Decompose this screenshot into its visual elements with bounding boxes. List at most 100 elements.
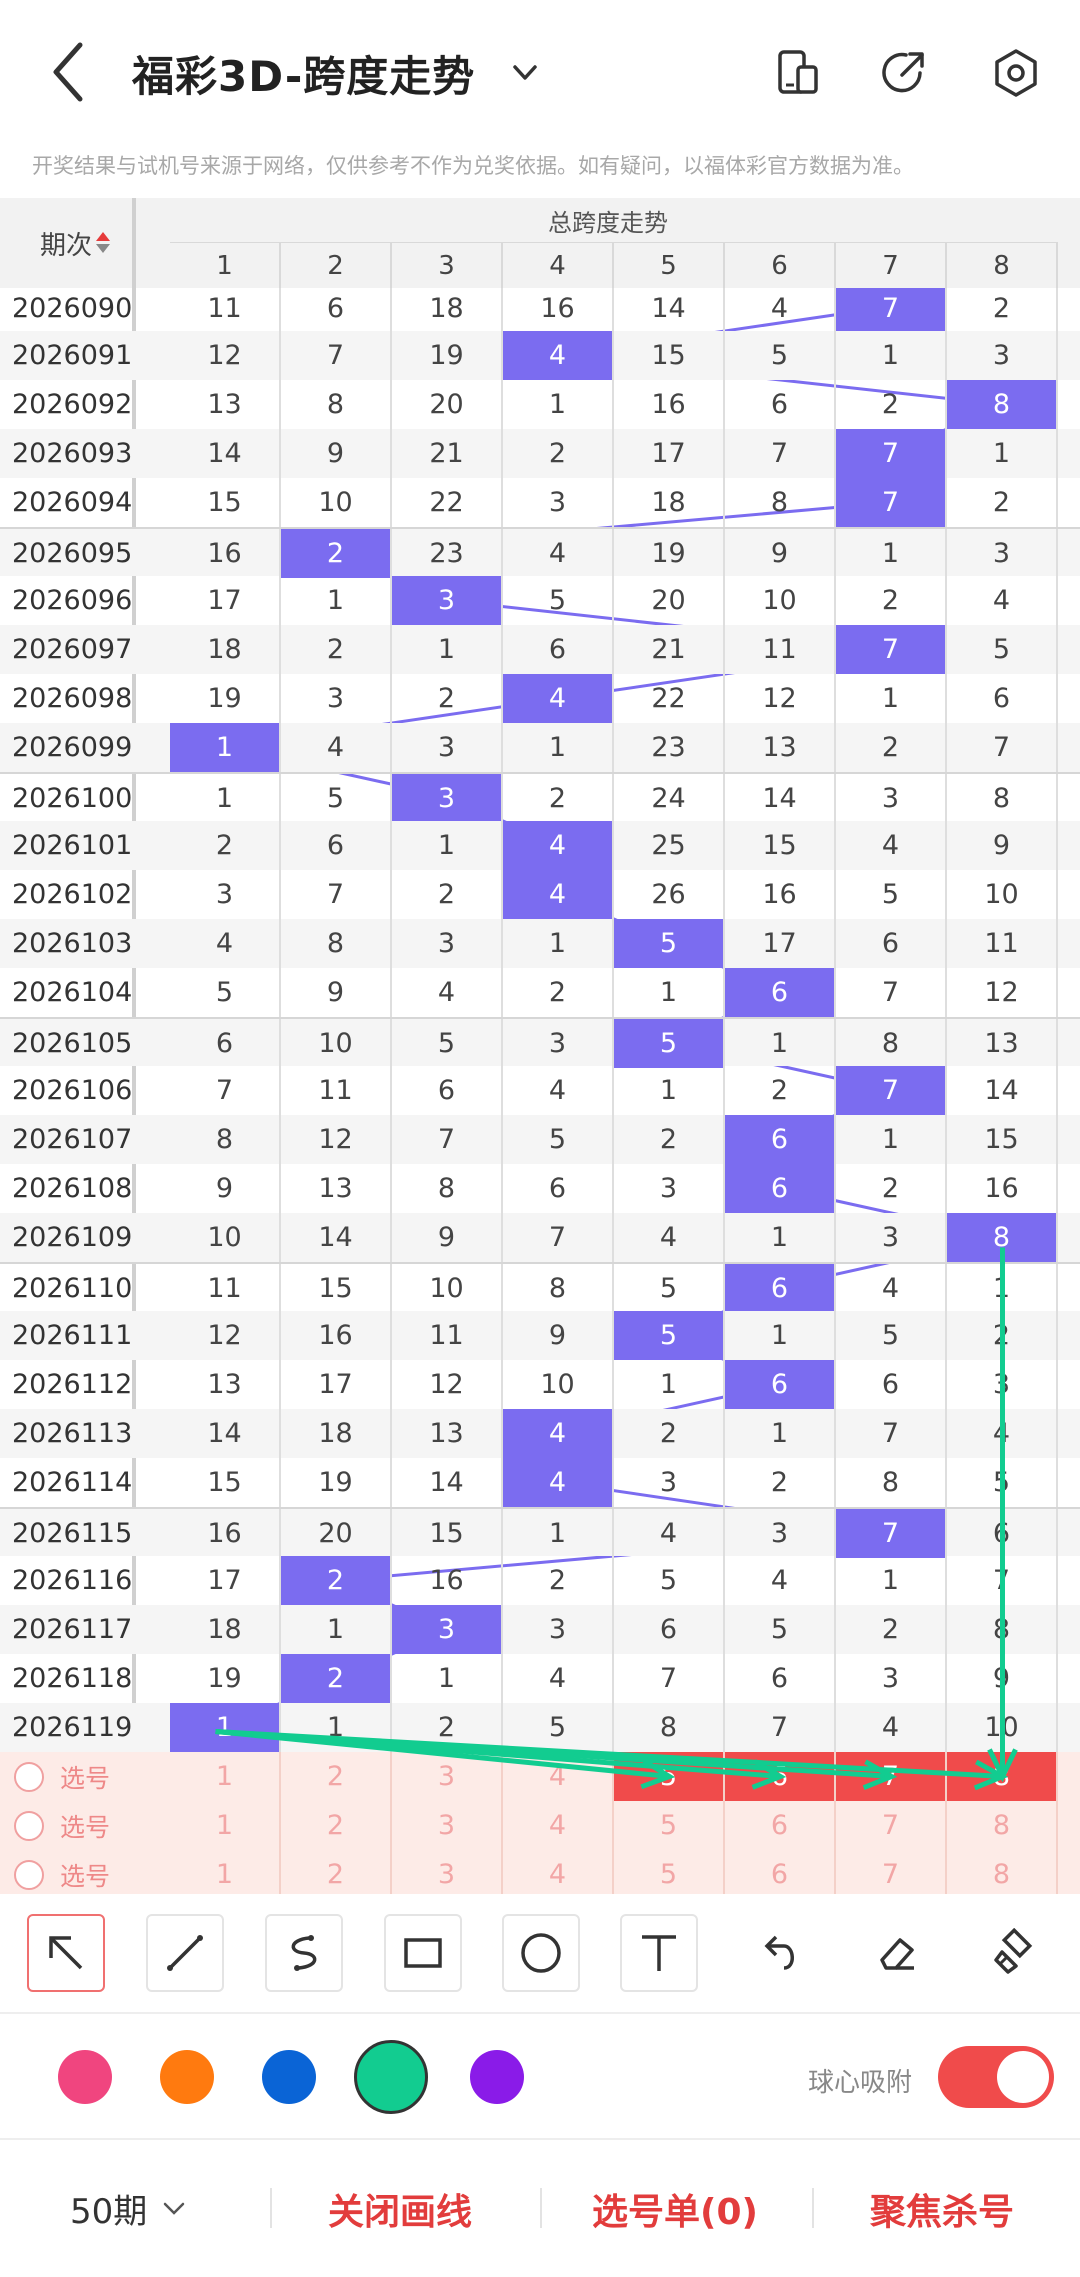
chevron-left-icon[interactable] — [40, 35, 100, 110]
hit-cell: 5 — [614, 919, 725, 968]
radio-circle-icon[interactable] — [14, 1810, 44, 1841]
hit-cell: 1 — [170, 1703, 281, 1752]
settings-icon[interactable] — [988, 45, 1044, 101]
color-swatch[interactable] — [58, 2050, 112, 2104]
pick-cell[interactable]: 4 — [503, 1801, 614, 1850]
circle-tool-icon[interactable] — [502, 1914, 580, 1992]
pick-cell[interactable]: 6 — [725, 1801, 836, 1850]
clear-brush-icon[interactable] — [976, 1914, 1054, 1992]
pick-cell[interactable]: 4 — [503, 1752, 614, 1801]
snap-toggle[interactable] — [938, 2046, 1054, 2108]
miss-cell: 21 — [392, 429, 503, 478]
pick-cell-selected[interactable]: 6 — [725, 1752, 836, 1801]
pick-cell[interactable]: 8 — [947, 1850, 1058, 1894]
pick-cell[interactable]: 2 — [281, 1850, 392, 1894]
rectangle-tool-icon[interactable] — [384, 1914, 462, 1992]
pick-cell[interactable]: 8 — [947, 1801, 1058, 1850]
pick-cell-selected[interactable]: 7 — [836, 1752, 947, 1801]
miss-cell: 14 — [170, 1409, 281, 1458]
miss-cell: 22 — [392, 478, 503, 527]
pick-cell[interactable]: 5 — [614, 1850, 725, 1894]
period-cell: 2026094 — [12, 487, 133, 518]
pick-row-select[interactable]: 选号 — [14, 1850, 110, 1894]
miss-cell: 18 — [392, 288, 503, 333]
miss-cell: 1 — [836, 331, 947, 380]
color-swatch[interactable] — [262, 2050, 316, 2104]
close-lines-button[interactable]: 关闭画线 — [328, 2140, 472, 2277]
miss-cell: 17 — [170, 1556, 281, 1605]
pick-cell-selected[interactable]: 8 — [947, 1752, 1058, 1801]
miss-cell: 22 — [614, 674, 725, 723]
miss-cell: 5 — [503, 576, 614, 625]
pick-cell[interactable]: 1 — [170, 1801, 281, 1850]
miss-cell: 17 — [170, 576, 281, 625]
miss-cell: 18 — [614, 478, 725, 527]
undo-icon[interactable] — [740, 1914, 818, 1992]
pick-cell[interactable]: 6 — [725, 1850, 836, 1894]
period-selector[interactable]: 50期 — [70, 2140, 191, 2277]
table-row: 2026091 12 7 19 4 15 5 1 3 — [0, 331, 1080, 380]
miss-cell: 1 — [836, 674, 947, 723]
chevron-down-icon — [164, 2202, 185, 2215]
curve-tool-icon[interactable] — [265, 1914, 343, 1992]
miss-cell: 1 — [503, 1509, 614, 1558]
radio-circle-icon[interactable] — [14, 1859, 44, 1890]
hit-cell: 6 — [725, 1264, 836, 1313]
pick-cell[interactable]: 4 — [503, 1850, 614, 1894]
miss-cell: 6 — [836, 919, 947, 968]
color-swatch[interactable] — [470, 2050, 524, 2104]
miss-cell: 4 — [614, 1509, 725, 1558]
table-row: 2026116 17 2 16 2 5 4 1 7 — [0, 1556, 1080, 1605]
pick-row-select[interactable]: 选号 — [14, 1801, 110, 1850]
table-row: 2026109 10 14 9 7 4 1 3 8 — [0, 1213, 1080, 1262]
table-row: 2026090 11 6 18 16 14 4 7 2 — [0, 288, 1080, 333]
pick-cell[interactable]: 3 — [392, 1850, 503, 1894]
miss-cell: 13 — [725, 723, 836, 772]
miss-cell: 23 — [614, 723, 725, 772]
miss-cell: 16 — [614, 380, 725, 429]
pick-cell[interactable]: 3 — [392, 1801, 503, 1850]
hit-cell: 4 — [503, 870, 614, 919]
table-row: 2026100 1 5 3 2 24 14 3 8 — [0, 772, 1080, 823]
miss-cell: 8 — [836, 1019, 947, 1068]
column-header-4: 4 — [503, 242, 614, 288]
pick-cell-selected[interactable]: 5 — [614, 1752, 725, 1801]
pick-cell[interactable]: 2 — [281, 1752, 392, 1801]
pick-cell[interactable]: 5 — [614, 1801, 725, 1850]
period-cell: 2026115 — [12, 1518, 133, 1549]
table-row: 2026107 8 12 7 5 2 6 1 15 — [0, 1115, 1080, 1164]
miss-cell: 6 — [281, 288, 392, 333]
period-cell: 2026107 — [12, 1124, 133, 1155]
pick-row-select[interactable]: 选号 — [14, 1752, 110, 1801]
miss-cell: 1 — [281, 576, 392, 625]
title-dropdown[interactable]: 福彩3D-跨度走势 — [132, 38, 545, 108]
miss-cell: 13 — [170, 1360, 281, 1409]
hit-cell: 5 — [614, 1019, 725, 1068]
focus-kill-button[interactable]: 聚焦杀号 — [870, 2140, 1014, 2277]
color-swatch-selected[interactable] — [354, 2040, 428, 2114]
period-sort-header[interactable]: 期次 — [0, 198, 132, 288]
period-cell: 2026103 — [12, 928, 133, 959]
pick-cell[interactable]: 7 — [836, 1850, 947, 1894]
miss-cell: 16 — [170, 1509, 281, 1558]
pick-cell[interactable]: 2 — [281, 1801, 392, 1850]
phone-layout-icon[interactable] — [770, 45, 826, 101]
line-tool-icon[interactable] — [146, 1914, 224, 1992]
table-body[interactable]: 2026090 11 6 18 16 14 4 7 2 2026091 12 7 19 4 15 5 1 3 202… — [0, 288, 1080, 1894]
pick-cell[interactable]: 1 — [170, 1752, 281, 1801]
pick-cell[interactable]: 7 — [836, 1801, 947, 1850]
miss-cell: 5 — [947, 625, 1058, 674]
pick-cell[interactable]: 3 — [392, 1752, 503, 1801]
color-swatch[interactable] — [160, 2050, 214, 2104]
miss-cell: 16 — [281, 1311, 392, 1360]
pick-cell[interactable]: 1 — [170, 1850, 281, 1894]
arrow-tool-icon[interactable] — [27, 1914, 105, 1992]
text-tool-icon[interactable] — [620, 1914, 698, 1992]
miss-cell: 7 — [392, 1115, 503, 1164]
miss-cell: 3 — [392, 919, 503, 968]
pick-list-button[interactable]: 选号单(0) — [592, 2140, 758, 2277]
eraser-icon[interactable] — [858, 1914, 936, 1992]
share-icon[interactable] — [876, 45, 932, 101]
miss-cell: 7 — [281, 870, 392, 919]
radio-circle-icon[interactable] — [14, 1761, 44, 1792]
